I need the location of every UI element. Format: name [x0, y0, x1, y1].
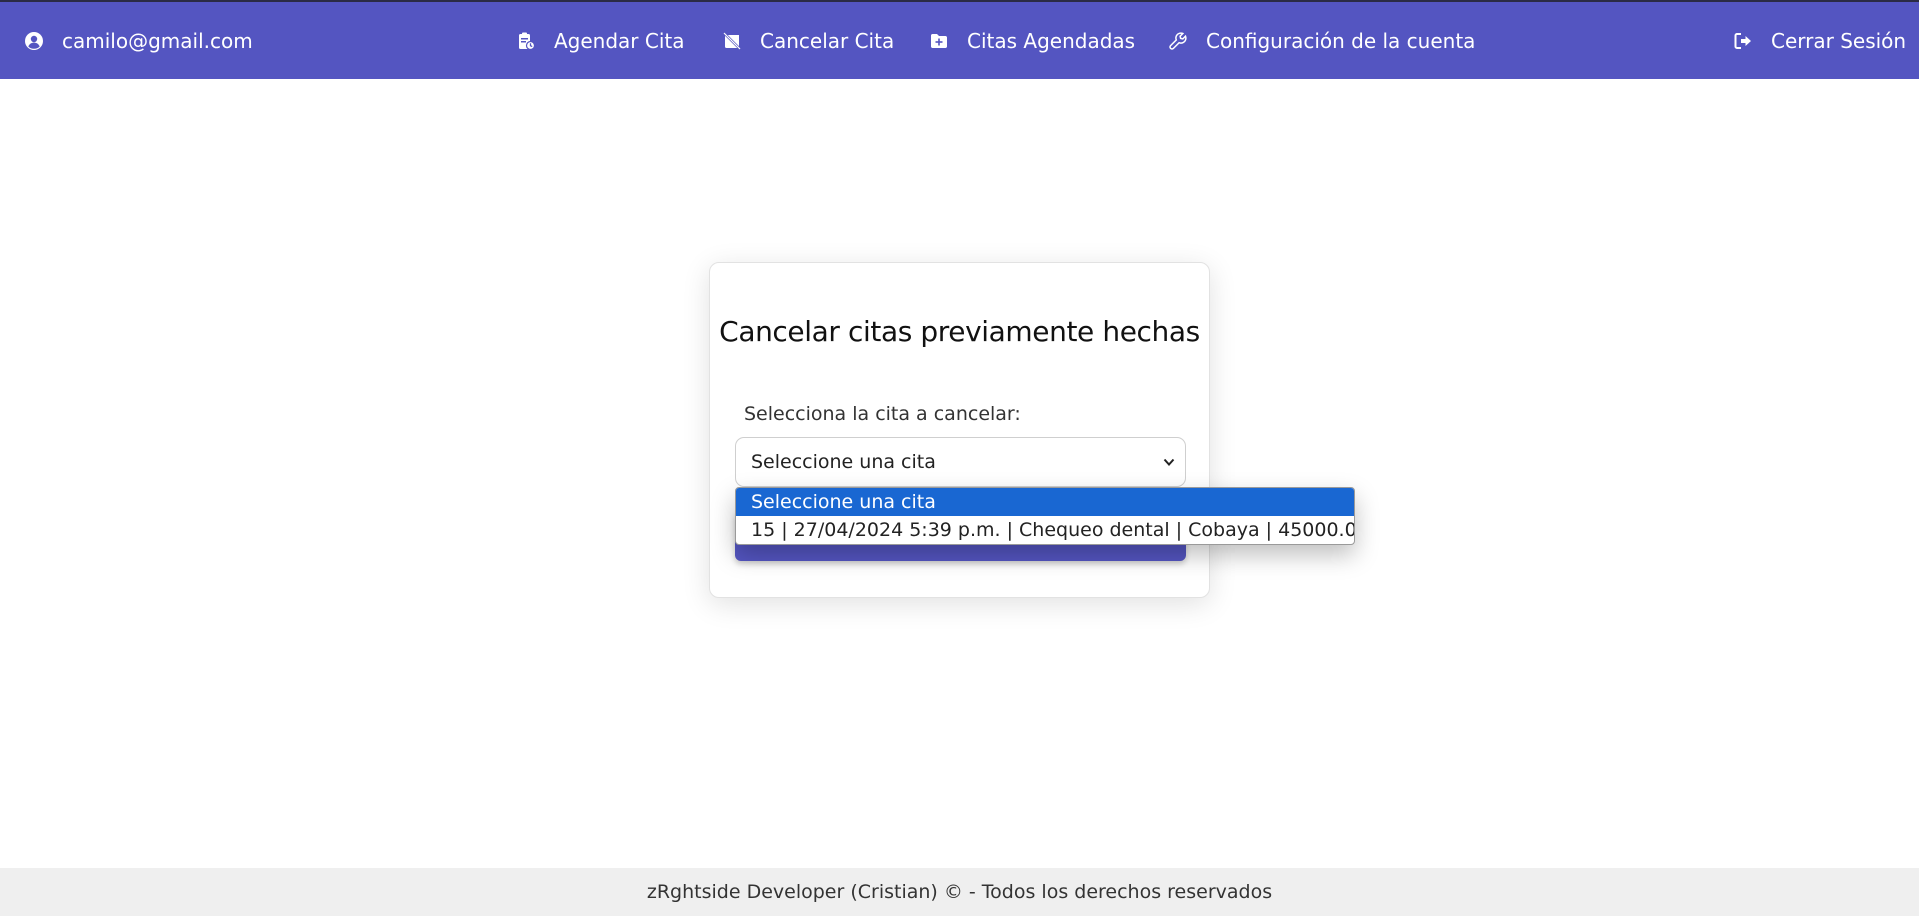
user-email: camilo@gmail.com	[62, 28, 253, 53]
nav-agendar-label: Agendar Cita	[554, 28, 685, 53]
nav-citas-agendadas[interactable]: Citas Agendadas	[929, 2, 1135, 79]
nav-cancelar-cita[interactable]: Cancelar Cita	[722, 2, 894, 79]
nav-configuracion[interactable]: Configuración de la cuenta	[1168, 2, 1475, 79]
chevron-down-icon	[1163, 458, 1175, 466]
select-value: Seleccione una cita	[751, 451, 936, 473]
dropdown-option[interactable]: 15 | 27/04/2024 5:39 p.m. | Chequeo dent…	[736, 516, 1354, 544]
nav-citas-label: Citas Agendadas	[967, 28, 1136, 53]
logout-label: Cerrar Sesión	[1771, 28, 1907, 53]
card-title: Cancelar citas previamente hechas	[719, 315, 1200, 348]
logout-button[interactable]: Cerrar Sesión	[1733, 2, 1906, 79]
folder-plus-icon	[931, 33, 947, 48]
calendar-clipboard-icon	[519, 32, 536, 50]
user-circle-icon	[25, 31, 43, 50]
wrench-icon	[1169, 31, 1187, 50]
nav-cancelar-label: Cancelar Cita	[760, 28, 895, 53]
user-account[interactable]: camilo@gmail.com	[24, 2, 253, 79]
calendar-slash-icon	[723, 31, 741, 50]
dropdown-option[interactable]: Seleccione una cita	[736, 488, 1354, 516]
select-label: Selecciona la cita a cancelar:	[744, 403, 1021, 425]
appointment-select[interactable]: Seleccione una cita	[735, 437, 1186, 487]
nav-agendar-cita[interactable]: Agendar Cita	[516, 2, 685, 79]
appointment-dropdown-list: Seleccione una cita 15 | 27/04/2024 5:39…	[735, 487, 1355, 545]
footer: zRghtside Developer (Cristian) © - Todos…	[0, 868, 1919, 916]
top-navbar: camilo@gmail.com Agendar Cita Cancelar C…	[0, 0, 1919, 79]
nav-config-label: Configuración de la cuenta	[1206, 28, 1476, 53]
cancel-appointment-card: Cancelar citas previamente hechas Selecc…	[709, 262, 1210, 598]
sign-out-icon	[1734, 32, 1751, 49]
footer-text: zRghtside Developer (Cristian) © - Todos…	[646, 881, 1273, 903]
